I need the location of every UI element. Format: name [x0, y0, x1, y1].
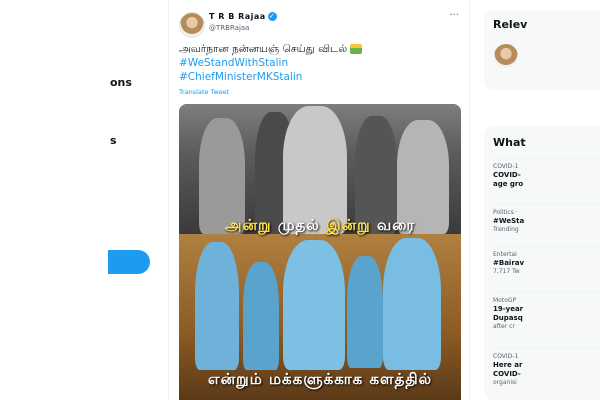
sunrise-emoji-icon [350, 44, 363, 54]
trend-item[interactable]: COVID-1 COVID- age gro [493, 158, 600, 189]
whats-happening-panel: What COVID-1 COVID- age gro Politics · #… [484, 126, 600, 400]
avatar[interactable] [494, 44, 518, 68]
trend-count: 7,717 Tw [493, 268, 520, 275]
trend-category: Politics · [493, 209, 518, 216]
caption-word: வரை [376, 216, 416, 234]
trend-title: #WeSta [493, 217, 525, 225]
relevant-people-panel: Relev [484, 10, 600, 90]
nav-item-b[interactable]: s [110, 134, 117, 147]
tweet-detail: T R B Rajaa ✓ @TRBRajaa ··· அவர்நான நன்னய… [168, 0, 470, 400]
image-caption-bottom: என்றும் மக்களுக்காக களத்தில் [207, 370, 433, 388]
trend-item[interactable]: COVID-1 Here ar COVID- organisi [493, 348, 600, 387]
translate-tweet-link[interactable]: Translate Tweet [179, 88, 229, 96]
trend-category: MotoGP [493, 297, 517, 304]
trend-title: age gro [493, 180, 524, 188]
trend-category: Entertai [493, 251, 517, 258]
trend-title: COVID- [493, 171, 521, 179]
author-name[interactable]: T R B Rajaa [209, 12, 266, 21]
trend-title: #Bairav [493, 259, 525, 267]
trend-title: COVID- [493, 370, 521, 378]
panel-title: What [493, 136, 526, 149]
avatar[interactable] [179, 12, 205, 38]
caption-word: அன்று [224, 216, 272, 234]
nav-item-a[interactable]: ons [110, 76, 132, 89]
trend-count: after cr [493, 323, 515, 330]
author-handle[interactable]: @TRBRajaa [209, 24, 249, 32]
trend-item[interactable]: Entertai #Bairav 7,717 Tw [493, 246, 600, 276]
more-options-icon[interactable]: ··· [449, 10, 459, 21]
panel-title: Relev [493, 18, 528, 31]
verified-icon: ✓ [267, 12, 277, 21]
trend-item[interactable]: MotoGP 19-year Dupasq after cr [493, 292, 600, 331]
tweet-button[interactable] [108, 250, 150, 274]
tweet-text: அவர்நான நன்னயஞ் செய்து விடல் [179, 42, 363, 56]
tweet-body: அவர்நான நன்னயஞ் செய்து விடல் [179, 43, 348, 55]
trend-count: organisi [493, 379, 517, 386]
trend-title: Here ar [493, 361, 523, 369]
left-nav: ons s [0, 0, 168, 400]
trend-item[interactable]: Politics · #WeSta Trending [493, 204, 600, 234]
trend-count: Trending [493, 226, 519, 233]
tweet-image[interactable]: அன்று முதல் இன்று வரை என்றும் மக்களுக்கா… [179, 104, 461, 400]
caption-word: இன்று [325, 216, 371, 234]
caption-word: முதல் [277, 216, 320, 234]
trend-category: COVID-1 [493, 163, 519, 170]
photo-crowd [179, 104, 461, 234]
right-sidebar: Relev What COVID-1 COVID- age gro Politi… [484, 0, 600, 400]
hashtag-link[interactable]: #WeStandWithStalin [179, 57, 288, 69]
image-caption-top: அன்று முதல் இன்று வரை [179, 216, 461, 236]
trend-title: Dupasq [493, 314, 523, 322]
hashtag-link[interactable]: #ChiefMinisterMKStalin [179, 71, 302, 83]
trend-category: COVID-1 [493, 353, 519, 360]
trend-title: 19-year [493, 305, 524, 313]
